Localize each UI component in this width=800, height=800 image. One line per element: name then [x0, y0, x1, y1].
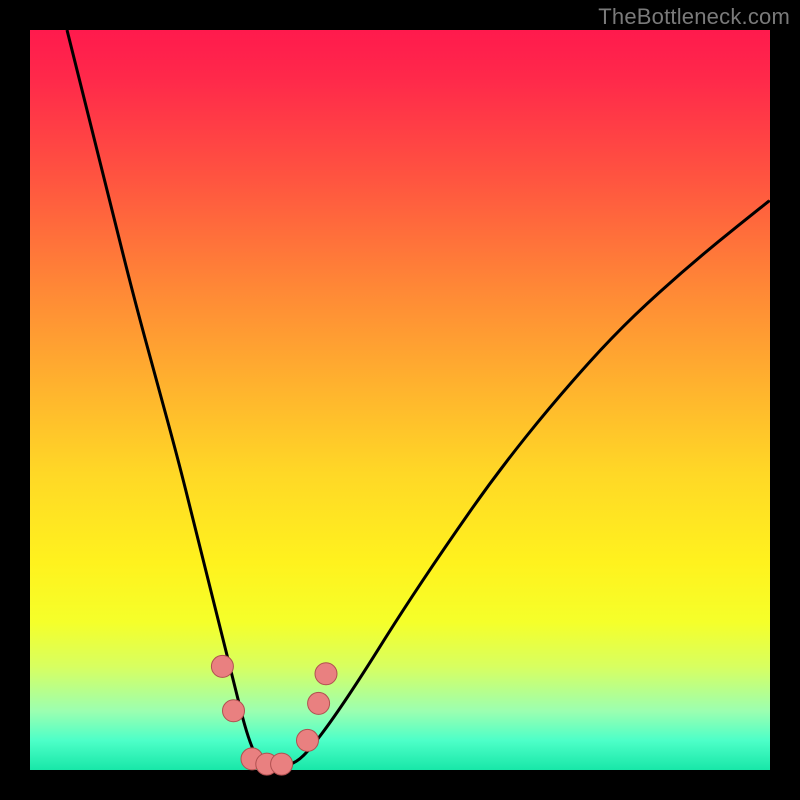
- curve-marker: [223, 700, 245, 722]
- curve-markers: [211, 655, 337, 775]
- curve-marker: [271, 753, 293, 775]
- curve-marker: [297, 729, 319, 751]
- watermark-text: TheBottleneck.com: [598, 4, 790, 30]
- curve-marker: [211, 655, 233, 677]
- bottleneck-curve: [67, 30, 770, 766]
- curve-marker: [308, 692, 330, 714]
- plot-svg: [30, 30, 770, 770]
- chart-frame: TheBottleneck.com: [0, 0, 800, 800]
- curve-marker: [315, 663, 337, 685]
